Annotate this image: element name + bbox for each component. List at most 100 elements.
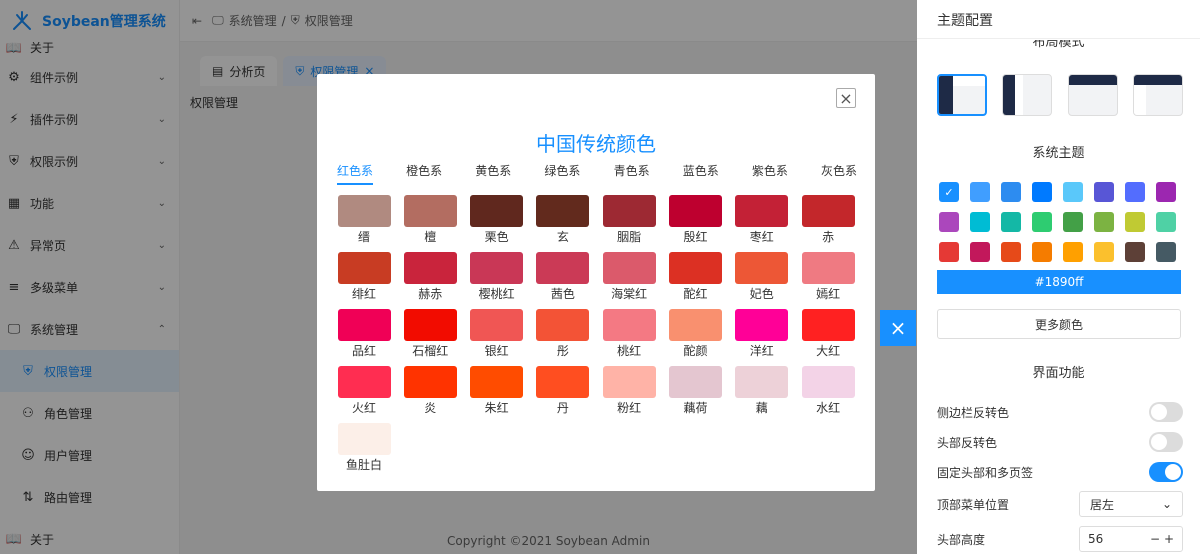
color-item[interactable]: 藕 xyxy=(735,366,789,416)
theme-swatch[interactable] xyxy=(1094,242,1114,262)
color-family-tab[interactable]: 灰色系 xyxy=(821,162,857,185)
color-item[interactable]: 桃红 xyxy=(602,309,656,359)
theme-swatch[interactable] xyxy=(1001,242,1021,262)
drawer-close-button[interactable]: × xyxy=(880,310,916,346)
color-swatch[interactable] xyxy=(403,195,457,227)
color-swatch[interactable] xyxy=(801,309,855,341)
color-swatch[interactable] xyxy=(801,195,855,227)
theme-swatch[interactable] xyxy=(1063,182,1083,202)
color-item[interactable]: 赫赤 xyxy=(403,252,457,302)
color-item[interactable]: 殷红 xyxy=(668,195,722,245)
color-swatch[interactable] xyxy=(337,309,391,341)
theme-swatch[interactable] xyxy=(1094,182,1114,202)
color-swatch[interactable] xyxy=(668,309,722,341)
color-item[interactable]: 缙 xyxy=(337,195,391,245)
color-swatch[interactable] xyxy=(536,309,590,341)
color-item[interactable]: 酡红 xyxy=(668,252,722,302)
theme-swatch[interactable] xyxy=(1001,212,1021,232)
color-swatch[interactable] xyxy=(403,366,457,398)
color-family-tab[interactable]: 青色系 xyxy=(614,162,650,185)
color-item[interactable]: 妃色 xyxy=(735,252,789,302)
theme-swatch[interactable] xyxy=(1032,242,1052,262)
color-item[interactable]: 绯红 xyxy=(337,252,391,302)
color-swatch[interactable] xyxy=(668,366,722,398)
color-family-tab[interactable]: 黄色系 xyxy=(475,162,511,185)
color-swatch[interactable] xyxy=(668,252,722,284)
theme-swatch[interactable] xyxy=(970,212,990,232)
modal-close-button[interactable]: × xyxy=(836,88,856,108)
color-item[interactable]: 粉红 xyxy=(602,366,656,416)
color-swatch[interactable] xyxy=(337,366,391,398)
theme-swatch[interactable] xyxy=(1001,182,1021,202)
plus-icon[interactable]: + xyxy=(1164,532,1174,546)
color-family-tab[interactable]: 紫色系 xyxy=(752,162,788,185)
color-family-tab[interactable]: 橙色系 xyxy=(406,162,442,185)
color-item[interactable]: 水红 xyxy=(801,366,855,416)
color-swatch[interactable] xyxy=(735,195,789,227)
color-swatch[interactable] xyxy=(735,252,789,284)
color-swatch[interactable] xyxy=(602,366,656,398)
theme-swatch[interactable] xyxy=(939,212,959,232)
color-family-tab[interactable]: 红色系 xyxy=(337,162,374,185)
theme-swatch[interactable] xyxy=(1032,182,1052,202)
color-swatch[interactable] xyxy=(337,195,391,227)
color-item[interactable]: 彤 xyxy=(536,309,590,359)
layout-vertical-mix-option[interactable] xyxy=(1002,74,1053,116)
color-item[interactable]: 玄 xyxy=(536,195,590,245)
layout-vertical-option[interactable] xyxy=(937,74,987,116)
color-swatch[interactable] xyxy=(337,423,391,455)
theme-swatch[interactable] xyxy=(970,182,990,202)
color-swatch[interactable] xyxy=(536,195,590,227)
color-item[interactable]: 银红 xyxy=(470,309,524,359)
color-swatch[interactable] xyxy=(536,366,590,398)
layout-horizontal-mix-option[interactable] xyxy=(1132,74,1183,116)
theme-swatch[interactable] xyxy=(1156,212,1176,232)
color-item[interactable]: 洋红 xyxy=(735,309,789,359)
color-item[interactable]: 茜色 xyxy=(536,252,590,302)
color-swatch[interactable] xyxy=(470,309,524,341)
theme-swatch[interactable] xyxy=(1063,242,1083,262)
color-swatch[interactable] xyxy=(536,252,590,284)
theme-swatch[interactable] xyxy=(1125,242,1145,262)
color-swatch[interactable] xyxy=(801,366,855,398)
theme-swatch[interactable] xyxy=(1094,212,1114,232)
color-item[interactable]: 栗色 xyxy=(470,195,524,245)
theme-swatch[interactable] xyxy=(1156,182,1176,202)
theme-swatch[interactable] xyxy=(1125,182,1145,202)
color-item[interactable]: 丹 xyxy=(536,366,590,416)
header-height-input[interactable]: 56 − + xyxy=(1079,526,1183,552)
more-colors-button[interactable]: 更多颜色 xyxy=(937,309,1181,339)
color-family-tab[interactable]: 绿色系 xyxy=(544,162,580,185)
color-swatch[interactable] xyxy=(735,366,789,398)
color-swatch[interactable] xyxy=(337,252,391,284)
color-swatch[interactable] xyxy=(801,252,855,284)
color-item[interactable]: 石榴红 xyxy=(403,309,457,359)
color-item[interactable]: 檀 xyxy=(403,195,457,245)
color-swatch[interactable] xyxy=(668,195,722,227)
color-item[interactable]: 酡颜 xyxy=(668,309,722,359)
theme-swatch[interactable] xyxy=(1032,212,1052,232)
theme-swatch[interactable] xyxy=(1063,212,1083,232)
current-color-value[interactable]: #1890ff xyxy=(937,270,1181,294)
color-family-tab[interactable]: 蓝色系 xyxy=(683,162,719,185)
theme-swatch[interactable] xyxy=(1125,212,1145,232)
theme-swatch-selected[interactable]: ✓ xyxy=(939,182,959,202)
layout-horizontal-option[interactable] xyxy=(1067,74,1118,116)
header-inverted-switch[interactable] xyxy=(1149,432,1183,452)
color-item[interactable]: 樱桃红 xyxy=(470,252,524,302)
minus-icon[interactable]: − xyxy=(1150,532,1160,546)
color-item[interactable]: 嫣红 xyxy=(801,252,855,302)
color-swatch[interactable] xyxy=(470,366,524,398)
theme-swatch[interactable] xyxy=(939,242,959,262)
color-item[interactable]: 海棠红 xyxy=(602,252,656,302)
sidebar-inverted-switch[interactable] xyxy=(1149,402,1183,422)
fixed-header-tabs-switch[interactable] xyxy=(1149,462,1183,482)
color-item[interactable]: 大红 xyxy=(801,309,855,359)
theme-swatch[interactable] xyxy=(1156,242,1176,262)
menu-position-select[interactable]: 居左 ⌄ xyxy=(1079,491,1183,517)
color-item[interactable]: 枣红 xyxy=(735,195,789,245)
color-item[interactable]: 火红 xyxy=(337,366,391,416)
color-item[interactable]: 炎 xyxy=(403,366,457,416)
color-swatch[interactable] xyxy=(602,195,656,227)
color-item[interactable]: 鱼肚白 xyxy=(337,423,391,473)
